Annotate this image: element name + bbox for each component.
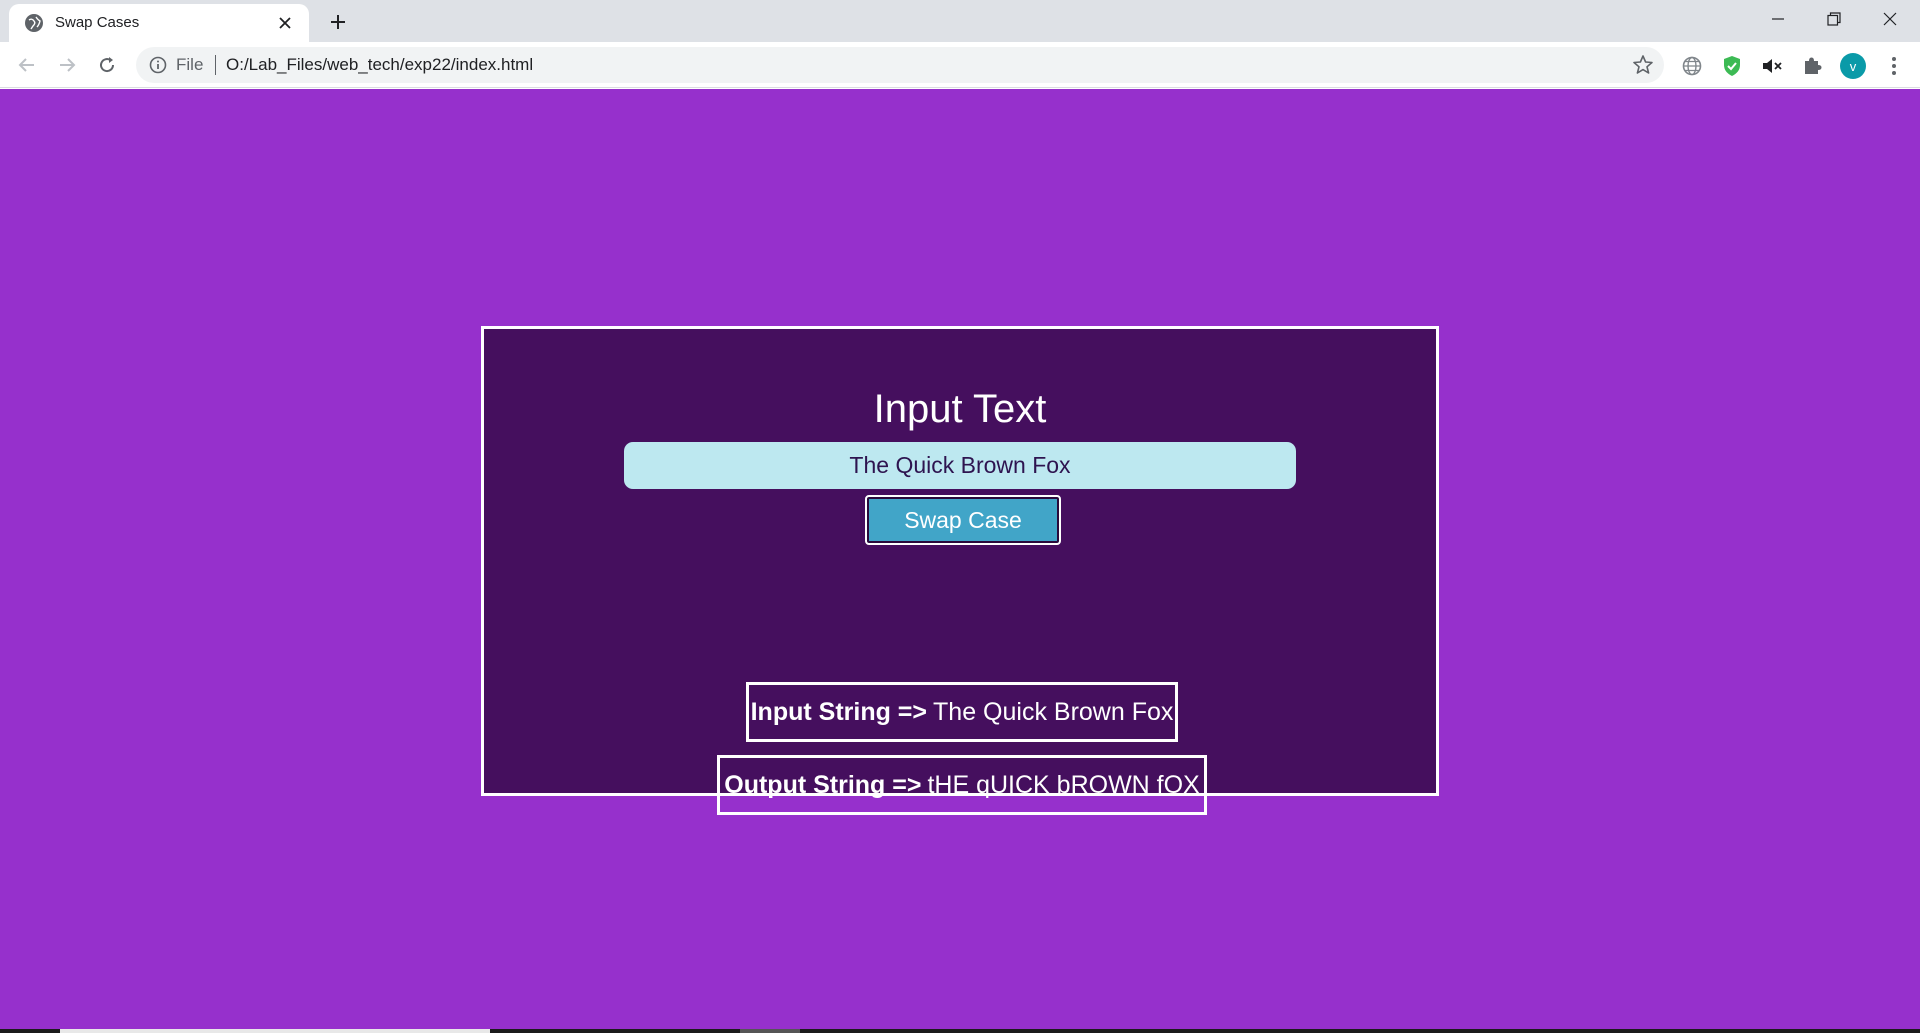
output-string-label: Output String => bbox=[724, 770, 922, 799]
puzzle-icon[interactable] bbox=[1801, 55, 1823, 77]
browser-toolbar: File O:/Lab_Files/web_tech/exp22/index.h… bbox=[0, 42, 1920, 88]
output-string-value: tHE qUICK bROWN fOX bbox=[927, 770, 1200, 799]
text-input[interactable] bbox=[624, 442, 1296, 489]
scrollbar-marker bbox=[740, 1029, 800, 1033]
shield-check-icon[interactable] bbox=[1721, 55, 1743, 77]
globe-icon bbox=[25, 14, 43, 32]
close-icon[interactable] bbox=[275, 13, 295, 33]
plus-icon[interactable] bbox=[325, 9, 351, 35]
restore-icon[interactable] bbox=[1806, 0, 1862, 38]
reload-button[interactable] bbox=[92, 50, 122, 80]
minimize-icon[interactable] bbox=[1750, 0, 1806, 38]
horizontal-scrollbar[interactable] bbox=[0, 1029, 1920, 1033]
back-button[interactable] bbox=[12, 50, 42, 80]
url-scheme: File bbox=[176, 55, 204, 74]
input-string-value: The Quick Brown Fox bbox=[933, 697, 1174, 726]
url-text[interactable]: O:/Lab_Files/web_tech/exp22/index.html bbox=[226, 55, 533, 75]
tab-strip: Swap Cases bbox=[0, 0, 1920, 42]
close-window-icon[interactable] bbox=[1862, 0, 1918, 38]
avatar[interactable]: v bbox=[1840, 53, 1866, 79]
scrollbar-thumb[interactable] bbox=[60, 1029, 490, 1033]
globe-extension-icon[interactable] bbox=[1681, 55, 1703, 77]
input-string-label: Input String => bbox=[750, 697, 928, 726]
page-title: Input Text bbox=[873, 387, 1047, 431]
kebab-menu-icon[interactable] bbox=[1883, 55, 1905, 77]
url-separator bbox=[215, 55, 216, 75]
input-string-result: Input String => The Quick Brown Fox bbox=[746, 682, 1178, 742]
browser-tab[interactable]: Swap Cases bbox=[9, 4, 309, 42]
star-icon[interactable] bbox=[1632, 54, 1654, 76]
output-string-result: Output String => tHE qUICK bROWN fOX bbox=[717, 755, 1207, 815]
page-viewport: Input Text Swap Case Input String => The… bbox=[0, 89, 1920, 1029]
info-icon[interactable] bbox=[149, 56, 167, 74]
swap-case-button[interactable]: Swap Case bbox=[865, 495, 1061, 545]
forward-button[interactable] bbox=[52, 50, 82, 80]
swap-case-card: Input Text Swap Case Input String => The… bbox=[481, 326, 1439, 815]
address-bar[interactable]: File O:/Lab_Files/web_tech/exp22/index.h… bbox=[136, 47, 1664, 83]
mute-icon[interactable] bbox=[1761, 55, 1783, 77]
tab-title: Swap Cases bbox=[55, 14, 140, 31]
